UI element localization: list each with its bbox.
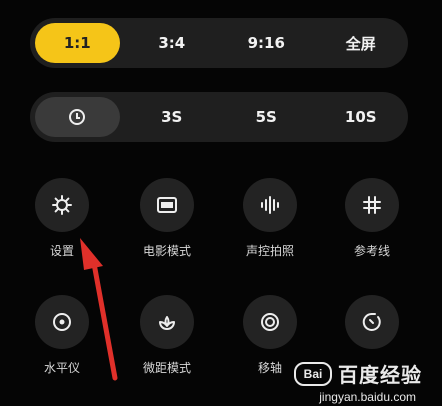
tool-movie-mode[interactable]: 电影模式 xyxy=(117,178,217,259)
grid-icon xyxy=(363,196,381,214)
tool-voice-shutter[interactable]: 声控拍照 xyxy=(220,178,320,259)
tool-label: 设置 xyxy=(49,244,74,258)
settings-button[interactable] xyxy=(35,178,89,232)
timer-button[interactable] xyxy=(345,295,399,349)
tiltshift-icon xyxy=(261,313,279,331)
timer-option-3s[interactable]: 3S xyxy=(130,97,215,137)
ratio-option-9-16[interactable]: 9:16 xyxy=(224,23,309,63)
watermark-title: 百度经验 xyxy=(338,365,422,387)
timer-off-option[interactable] xyxy=(35,97,120,137)
timer-option-10s[interactable]: 10S xyxy=(319,97,404,137)
paw-logo-icon: Bai xyxy=(294,361,332,386)
tool-macro-mode[interactable]: 微距模式 xyxy=(117,295,217,376)
macro-mode-button[interactable] xyxy=(140,295,194,349)
timer-option-5s[interactable]: 5S xyxy=(224,97,309,137)
voice-shutter-button[interactable] xyxy=(243,178,297,232)
soundwave-icon xyxy=(261,196,279,214)
grid-lines-button[interactable] xyxy=(345,178,399,232)
level-icon xyxy=(53,313,71,331)
baidu-watermark: Bai 百度经验 xyxy=(294,359,422,388)
watermark-url: jingyan.baidu.com xyxy=(319,390,416,404)
tool-grid-lines[interactable]: 参考线 xyxy=(322,178,422,259)
tool-label: 水平仪 xyxy=(43,361,80,375)
tool-label: 参考线 xyxy=(353,244,390,258)
ratio-option-1-1[interactable]: 1:1 xyxy=(35,23,120,63)
level-button[interactable] xyxy=(35,295,89,349)
ratio-option-fullscreen[interactable]: 全屏 xyxy=(319,23,404,63)
tilt-shift-button[interactable] xyxy=(243,295,297,349)
movie-mode-button[interactable] xyxy=(140,178,194,232)
tool-settings[interactable]: 设置 xyxy=(12,178,112,259)
gear-icon xyxy=(52,195,72,215)
movie-icon xyxy=(157,197,177,213)
macro-icon xyxy=(159,316,175,330)
timer-selector: 3S 5S 10S xyxy=(30,92,408,142)
ratio-option-3-4[interactable]: 3:4 xyxy=(130,23,215,63)
timer-icon xyxy=(362,312,381,331)
tool-level[interactable]: 水平仪 xyxy=(12,295,112,376)
tool-label: 声控拍照 xyxy=(245,244,294,258)
clock-icon xyxy=(69,109,86,125)
tool-timer[interactable] xyxy=(322,295,422,359)
tool-label: 电影模式 xyxy=(142,244,191,258)
tool-label: 微距模式 xyxy=(142,361,191,375)
aspect-ratio-selector: 1:1 3:4 9:16 全屏 xyxy=(30,18,408,68)
